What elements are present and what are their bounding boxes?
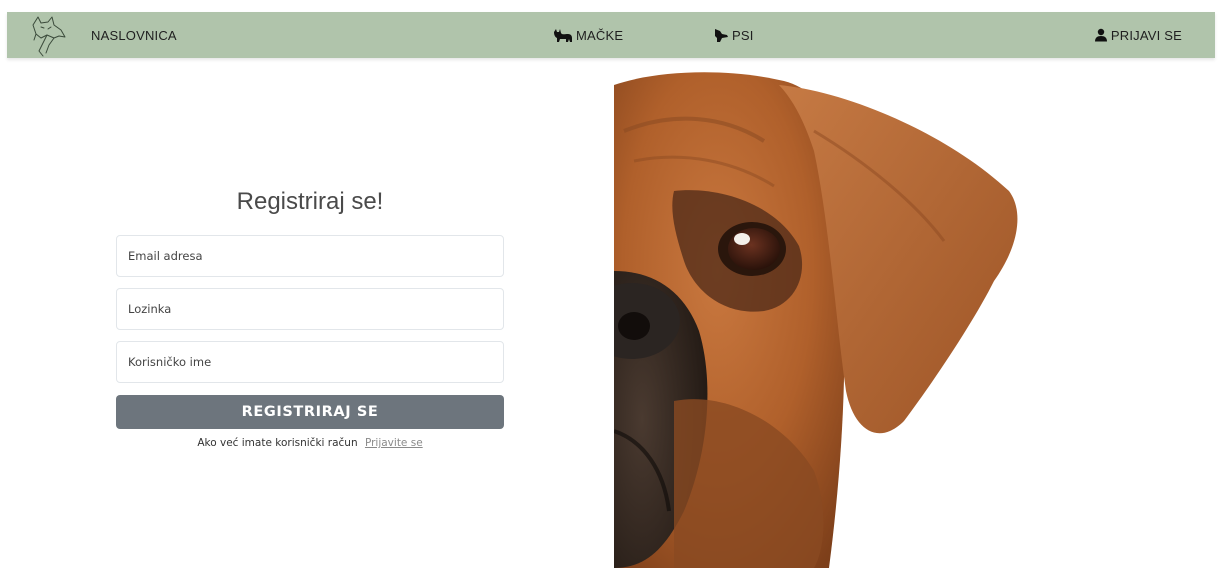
nav-home-label: NASLOVNICA [91,27,177,43]
top-navbar: NASLOVNICA MAČKE PSI PRIJAVI SE [7,12,1215,58]
nav-cats-label: MAČKE [576,27,624,43]
nav-dogs-label: PSI [732,27,754,43]
nav-dogs-link[interactable]: PSI [713,12,754,58]
email-field[interactable] [116,235,504,277]
nav-login-label: PRIJAVI SE [1110,27,1182,43]
register-button[interactable]: REGISTRIRAJ SE [116,395,504,429]
username-field[interactable] [116,341,504,383]
cat-dog-logo-icon[interactable] [27,13,71,57]
cat-icon [553,28,573,43]
nav-cats-link[interactable]: MAČKE [553,12,623,58]
dog-icon [713,28,729,43]
nav-home-link[interactable]: NASLOVNICA [91,12,177,58]
login-prompt-text: Ako već imate korisnički račun [197,437,358,449]
login-prompt: Ako već imate korisnički račun Prijavite… [116,437,504,449]
nav-login-link[interactable]: PRIJAVI SE [1094,12,1182,58]
login-link[interactable]: Prijavite se [365,437,423,449]
boxer-dog-photo [614,72,1018,568]
password-field[interactable] [116,288,504,330]
form-title: Registriraj se! [236,188,384,215]
user-icon [1094,28,1108,42]
